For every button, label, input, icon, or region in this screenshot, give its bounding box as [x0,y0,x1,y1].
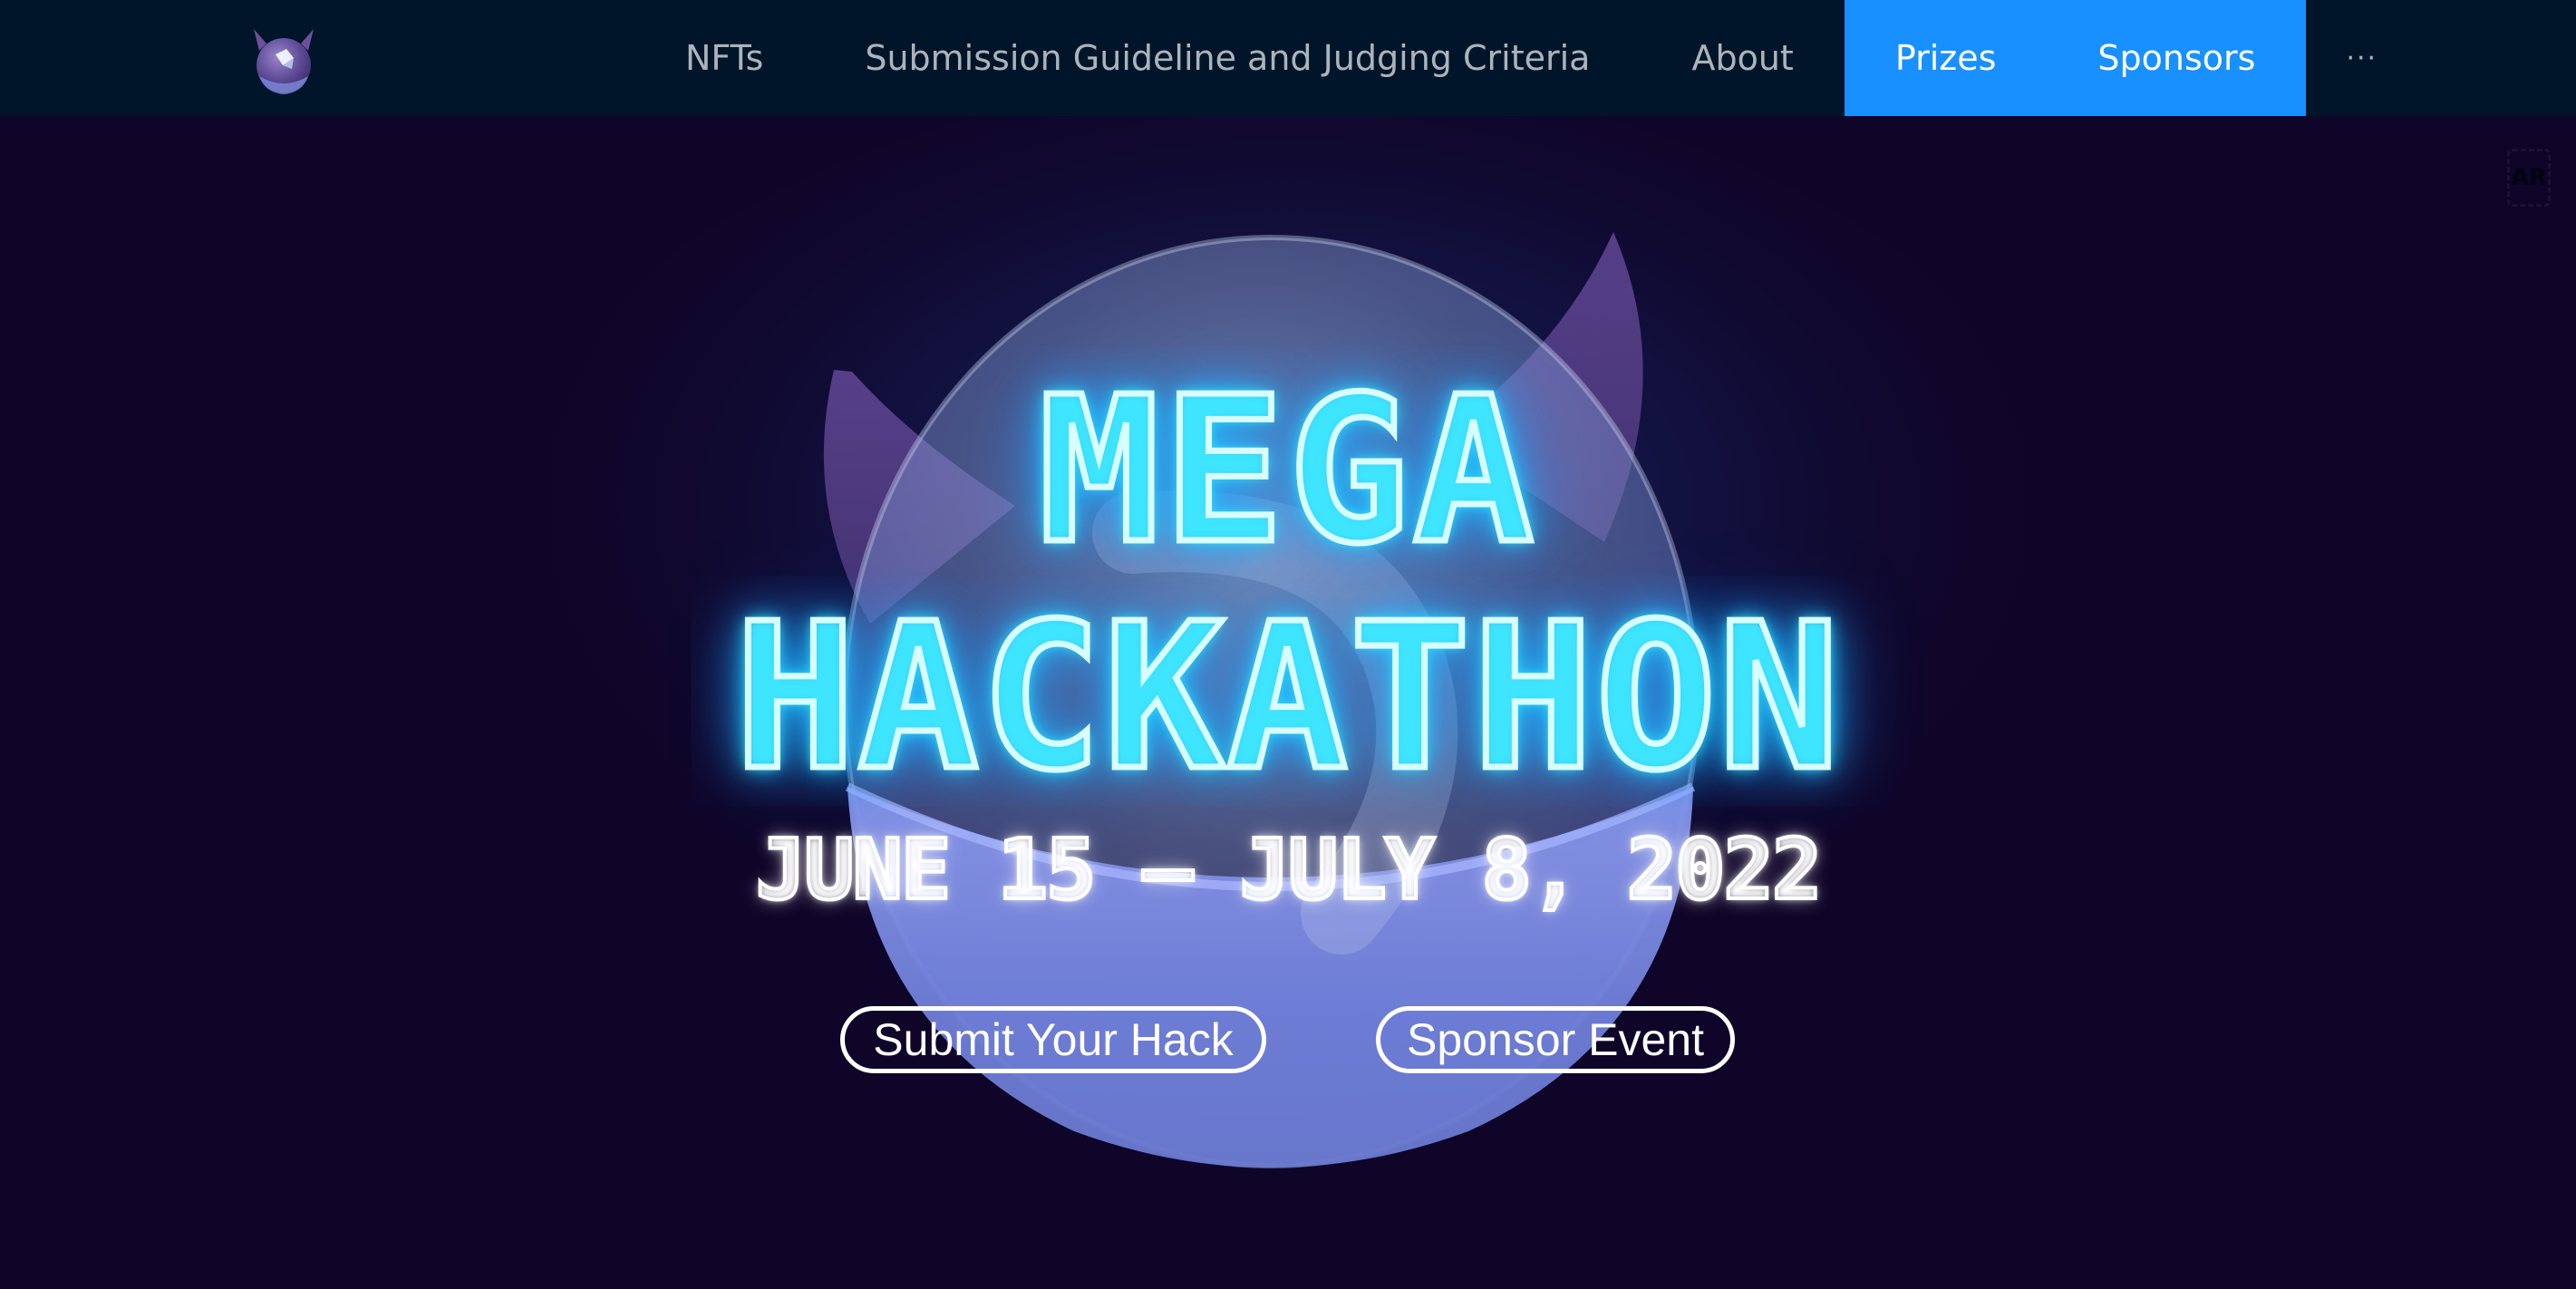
sponsor-event-button[interactable]: Sponsor Event [1376,1006,1735,1073]
nav-item-about[interactable]: About [1641,0,1844,116]
submit-your-hack-button[interactable]: Submit Your Hack [840,1006,1266,1073]
ar-view-button[interactable]: AR [2507,149,2551,207]
nav-item-submission-guideline[interactable]: Submission Guideline and Judging Criteri… [814,0,1641,116]
top-nav-bar: NFTs Submission Guideline and Judging Cr… [0,0,2576,116]
main-menu: NFTs Submission Guideline and Judging Cr… [634,0,2417,116]
event-dates: JUNE 15 – JULY 8, 2022 [754,819,1825,920]
nav-item-prizes[interactable]: Prizes [1844,0,2048,116]
page: NFTs Submission Guideline and Judging Cr… [0,0,2576,1289]
nav-item-sponsors[interactable]: Sponsors [2047,0,2307,116]
devil-helmet-logo-icon[interactable] [247,24,321,98]
hero-title-line1: MEGA [1035,354,1538,588]
nav-item-nfts[interactable]: NFTs [634,0,814,116]
hero-title-line2: HACKATHON [731,581,1843,815]
more-menu-ellipsis-icon[interactable]: ··· [2306,0,2417,116]
